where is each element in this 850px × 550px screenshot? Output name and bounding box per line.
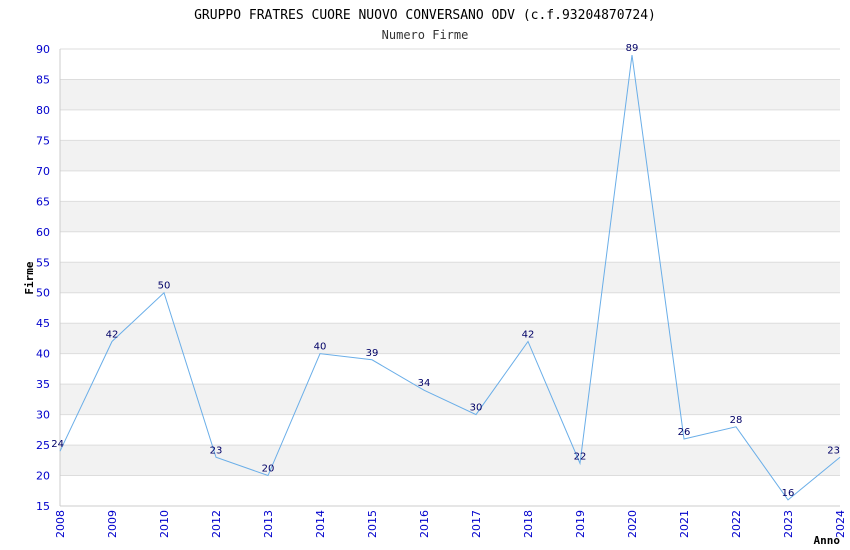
data-label: 89 — [626, 43, 639, 54]
data-label: 23 — [827, 445, 840, 456]
x-tick-label: 2021 — [678, 510, 691, 538]
chart-title: GRUPPO FRATRES CUORE NUOVO CONVERSANO OD… — [194, 8, 656, 23]
x-tick-label: 2010 — [158, 510, 171, 538]
y-tick-label: 40 — [36, 348, 50, 361]
y-tick-label: 15 — [36, 500, 50, 513]
x-tick-label: 2013 — [262, 510, 275, 538]
x-tick-label: 2009 — [106, 510, 119, 538]
plot-band — [60, 109, 840, 141]
data-label: 26 — [678, 427, 691, 438]
data-label: 40 — [314, 342, 327, 353]
y-tick-label: 70 — [36, 165, 50, 178]
y-axis-label: Firme — [23, 261, 36, 294]
y-tick-label: 30 — [36, 409, 50, 422]
data-label: 28 — [730, 415, 743, 426]
data-label: 30 — [470, 403, 483, 414]
plot-band — [60, 170, 840, 202]
y-tick-label: 20 — [36, 470, 50, 483]
plot-band — [60, 79, 840, 110]
y-tick-label: 85 — [36, 73, 50, 86]
chart-subtitle: Numero Firme — [382, 28, 469, 42]
x-tick-label: 2015 — [366, 510, 379, 538]
y-tick-label: 60 — [36, 226, 50, 239]
data-label: 16 — [782, 488, 795, 499]
x-tick-label: 2017 — [470, 510, 483, 538]
data-label: 39 — [366, 348, 379, 359]
y-tick-label: 45 — [36, 317, 50, 330]
plot-band — [60, 231, 840, 263]
plot-bands — [60, 49, 840, 506]
data-label: 50 — [158, 281, 171, 292]
plot-band — [60, 475, 840, 506]
x-tick-label: 2019 — [574, 510, 587, 538]
data-label: 34 — [418, 378, 431, 389]
x-tick-label: 2012 — [210, 510, 223, 538]
y-tick-label: 65 — [36, 195, 50, 208]
data-label: 42 — [106, 329, 119, 340]
line-chart: 15202530354045505560657075808590 2008 200… — [23, 8, 847, 547]
x-tick-label: 2008 — [54, 510, 67, 538]
x-tick-label: 2022 — [730, 510, 743, 538]
data-label: 23 — [210, 445, 223, 456]
plot-band — [60, 262, 840, 293]
data-label: 22 — [574, 451, 587, 462]
plot-band — [60, 384, 840, 415]
y-tick-labels: 15 20 25 30 35 40 45 50 55 60 65 70 75 80 85 90 — [36, 43, 50, 513]
y-tick-label: 35 — [36, 378, 50, 391]
x-tick-label: 2023 — [782, 510, 795, 538]
y-tick-label: 25 — [36, 439, 50, 452]
plot-band — [60, 201, 840, 232]
x-axis-label: Anno — [814, 534, 841, 547]
y-tick-label: 75 — [36, 134, 50, 147]
x-tick-label: 2018 — [522, 510, 535, 538]
x-tick-label: 2016 — [418, 510, 431, 538]
plot-band — [60, 445, 840, 476]
x-tick-label: 2014 — [314, 510, 327, 538]
y-tick-label: 55 — [36, 256, 50, 269]
plot-band — [60, 292, 840, 324]
x-tick-label: 2020 — [626, 510, 639, 538]
y-tick-label: 50 — [36, 287, 50, 300]
plot-band — [60, 353, 840, 385]
data-label: 24 — [51, 439, 64, 450]
y-tick-label: 80 — [36, 104, 50, 117]
x-tick-labels: 2008 2009 2010 2012 2013 2014 2015 2016 2017 2018… — [54, 510, 847, 538]
plot-band — [60, 140, 840, 171]
plot-band — [60, 323, 840, 354]
plot-band — [60, 49, 840, 80]
data-label: 42 — [522, 329, 535, 340]
data-label: 20 — [262, 464, 275, 475]
y-tick-label: 90 — [36, 43, 50, 56]
